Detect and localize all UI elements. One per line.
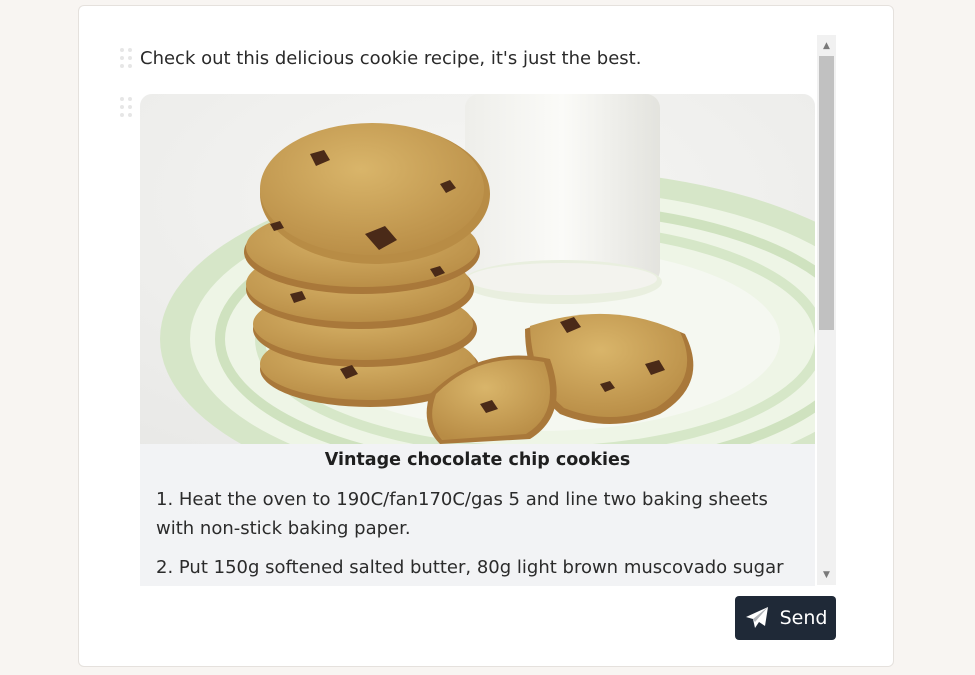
scroll-thumb[interactable] (819, 56, 834, 330)
paper-plane-icon (745, 607, 768, 628)
recipe-title: Vintage chocolate chip cookies (324, 450, 631, 470)
recipe-step: 1. Heat the oven to 190C/fan170C/gas 5 a… (156, 489, 768, 539)
scroll-up-arrow-icon[interactable]: ▲ (817, 37, 836, 54)
scroll-down-arrow-icon[interactable]: ▼ (817, 566, 836, 583)
cookie-photo (140, 94, 815, 444)
drag-handle-icon[interactable] (120, 97, 134, 119)
drag-handle-icon[interactable] (120, 48, 134, 70)
send-label: Send (779, 607, 828, 629)
recipe-step: 2. Put 150g softened salted butter, 80g … (156, 557, 784, 578)
recipe-embed-card[interactable]: Vintage chocolate chip cookies 1. Heat t… (140, 94, 815, 586)
send-button[interactable]: Send (735, 596, 836, 640)
message-text[interactable]: Check out this delicious cookie recipe, … (140, 48, 641, 69)
editor-scrollbar[interactable]: ▲ ▼ (817, 35, 836, 585)
